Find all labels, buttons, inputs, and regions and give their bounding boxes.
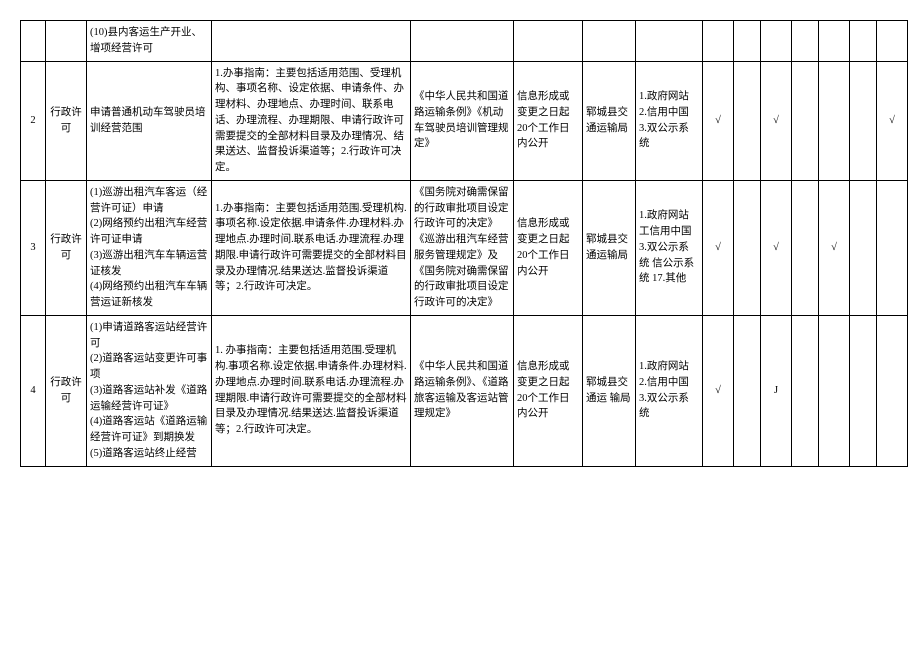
cell-time: 信息形成或变更之日起20个工作日内公开 [514,315,583,466]
cell-time [514,21,583,62]
cell-num: 4 [21,315,46,466]
cell-num: 2 [21,61,46,180]
cell-chk [819,21,850,62]
cell-chk [734,21,761,62]
cell-org [583,21,636,62]
table-row: 2 行政许可 申请普通机动车驾驶员培训经营范围 1.办事指南：主要包括适用范围、… [21,61,908,180]
cell-chk [877,315,908,466]
cell-guide: 1. 办事指南：主要包括适用范围.受理机构.事项名称.设定依据.申请条件.办理材… [212,315,411,466]
cell-chk [703,21,734,62]
cell-chk [877,180,908,315]
cell-chk: √ [703,180,734,315]
cell-chk [734,315,761,466]
cell-type: 行政许可 [46,61,87,180]
cell-item: (1)申请道路客运站经营许可(2)道路客运站变更许可事项(3)道路客运站补发《道… [87,315,212,466]
cell-type [46,21,87,62]
cell-org: 郓城县交通运输局 [583,61,636,180]
cell-chk [850,61,877,180]
cell-org: 郓城县交通运 输局 [583,315,636,466]
cell-platform: 1.政府网站工信用中国 3.双公示系统 信公示系统 17.其他 [636,180,703,315]
cell-chk [819,315,850,466]
cell-chk [792,180,819,315]
cell-chk: J [761,315,792,466]
cell-guide: 1.办事指南：主要包括适用范围、受理机构、事项名称、设定依据、申请条件、办理材料… [212,61,411,180]
cell-chk [792,61,819,180]
cell-org: 郓城县交通运输局 [583,180,636,315]
cell-item: (10)县内客运生产开业、增项经营许可 [87,21,212,62]
table-row: 3 行政许可 (1)巡游出租汽车客运（经营许可证）申请(2)网络预约出租汽车经营… [21,180,908,315]
cell-num [21,21,46,62]
cell-basis: 《国务院对确需保留的行政审批项目设定行政许可的决定》《巡游出租汽车经营服务管理规… [411,180,514,315]
cell-chk [850,180,877,315]
cell-chk [792,21,819,62]
cell-chk [761,21,792,62]
cell-chk [850,315,877,466]
cell-platform: 1.政府网站 2.信用中国 3.双公示系统 [636,315,703,466]
cell-type: 行政许可 [46,180,87,315]
cell-guide: 1.办事指南：主要包括适用范围.受理机构.事项名称.设定依据.申请条件.办理材料… [212,180,411,315]
cell-chk [850,21,877,62]
cell-time: 信息形成或变更之日起20个工作日内公开 [514,180,583,315]
cell-basis: 《中华人民共和国道路运输条例》《机动车驾驶员培训管理规定》 [411,61,514,180]
cell-guide [212,21,411,62]
cell-chk: √ [819,180,850,315]
cell-chk [877,21,908,62]
cell-chk: √ [761,180,792,315]
admin-approval-table: (10)县内客运生产开业、增项经营许可 2 行政许可 申请普通机动车驾驶员培训经… [20,20,908,467]
cell-num: 3 [21,180,46,315]
cell-chk [734,61,761,180]
cell-time: 信息形成或变更之日起20个工作日内公开 [514,61,583,180]
cell-type: 行政许可 [46,315,87,466]
cell-chk: √ [703,315,734,466]
cell-item: (1)巡游出租汽车客运（经营许可证）申请(2)网络预约出租汽车经营许可证申请(3… [87,180,212,315]
cell-basis: 《中华人民共和国道路运输条例》、《道路旅客运输及客运站管理规定》 [411,315,514,466]
cell-platform [636,21,703,62]
cell-platform: 1.政府网站 2.信用中国 3.双公示系统 [636,61,703,180]
cell-basis [411,21,514,62]
table-row: 4 行政许可 (1)申请道路客运站经营许可(2)道路客运站变更许可事项(3)道路… [21,315,908,466]
cell-chk: √ [703,61,734,180]
cell-chk [819,61,850,180]
table-row: (10)县内客运生产开业、增项经营许可 [21,21,908,62]
cell-chk [734,180,761,315]
cell-item: 申请普通机动车驾驶员培训经营范围 [87,61,212,180]
cell-chk: √ [877,61,908,180]
cell-chk: √ [761,61,792,180]
cell-chk [792,315,819,466]
